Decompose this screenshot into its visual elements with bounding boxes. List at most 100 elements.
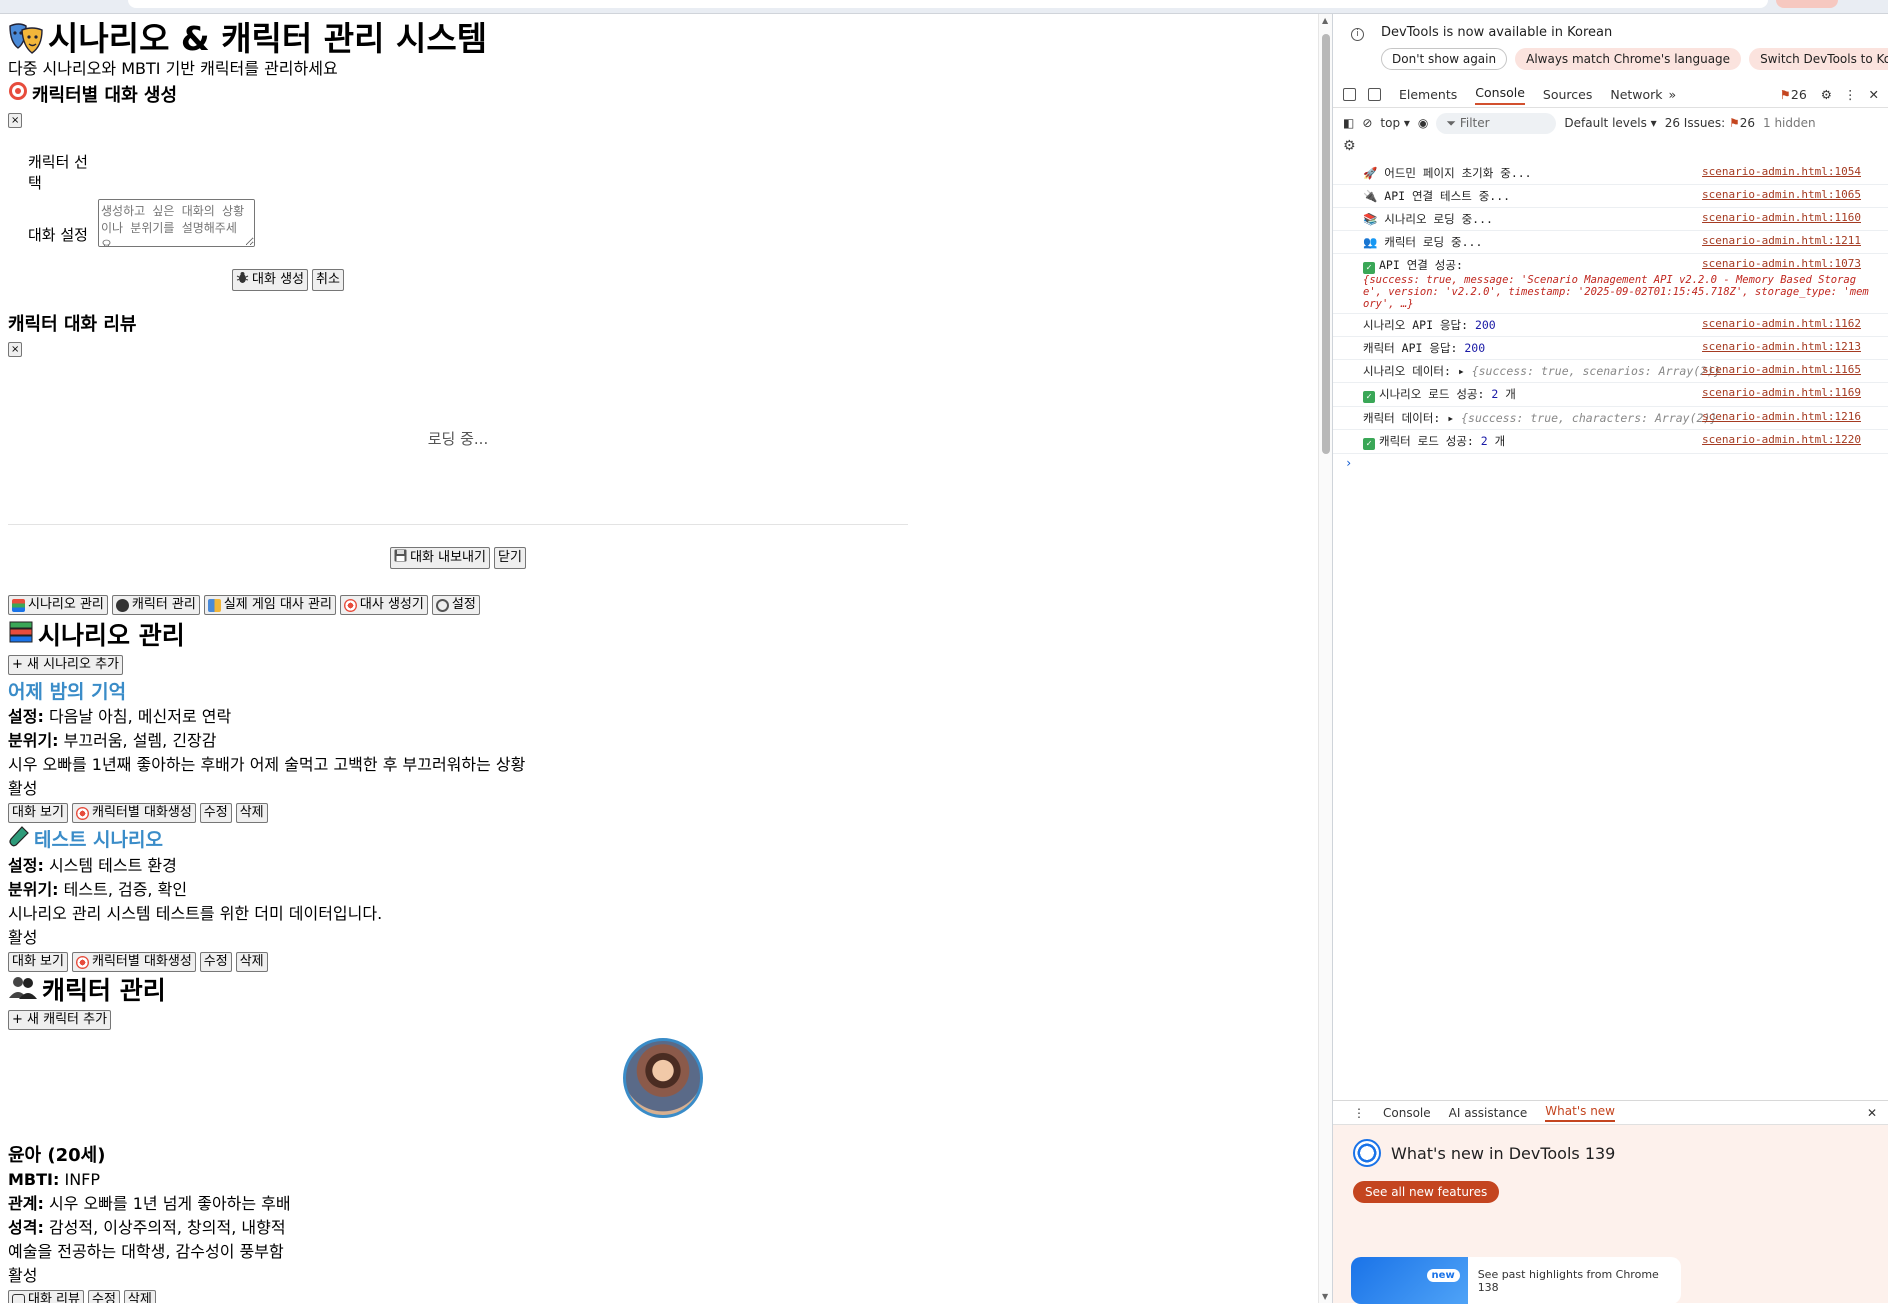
console-prompt[interactable]: › [1345, 456, 1888, 470]
devtools-tabbar: Elements Console Sources Network » ⚑26 ⚙… [1333, 82, 1888, 108]
switch-korean-button[interactable]: Switch DevTools to Korean [1749, 48, 1888, 70]
see-all-features-button[interactable]: See all new features [1353, 1181, 1500, 1203]
review-close-x-button[interactable]: × [8, 342, 23, 357]
edit-button[interactable]: 수정 [199, 952, 232, 972]
sidebar-toggle-icon[interactable]: ◧ [1343, 116, 1354, 130]
dialog-review-button[interactable]: 대화 리뷰 [8, 1290, 84, 1303]
character-relation: 관계: 시우 오빠를 1년 넘게 좋아하는 후배 [8, 1194, 291, 1213]
export-dialog-button[interactable]: 대화 내보내기 [390, 547, 490, 569]
log-source-link[interactable]: scenario-admin.html:1216 [1702, 410, 1861, 423]
review-close-button[interactable]: 닫기 [493, 547, 526, 569]
log-object[interactable]: {success: true, message: 'Scenario Manag… [1363, 274, 1883, 310]
tab-sources[interactable]: Sources [1543, 87, 1592, 102]
add-character-button[interactable]: + 새 캐릭터 추가 [8, 1010, 112, 1030]
tab-dialog-generator[interactable]: 대사 생성기 [339, 595, 428, 615]
dialog-close-button[interactable]: × [8, 113, 23, 128]
log-source-link[interactable]: scenario-admin.html:1073 [1702, 257, 1861, 270]
tab-settings[interactable]: 설정 [431, 595, 480, 615]
add-scenario-button[interactable]: + 새 시나리오 추가 [8, 655, 124, 675]
profile-pill[interactable] [1776, 0, 1838, 8]
drawer-tab-console[interactable]: Console [1383, 1106, 1431, 1120]
log-row: 📚 시나리오 로딩 중... scenario-admin.html:1160 [1333, 208, 1888, 231]
delete-button[interactable]: 삭제 [123, 1290, 156, 1303]
drawer-menu-icon[interactable]: ⋮ [1353, 1106, 1365, 1120]
main-nav-tabs: 시나리오 관리 캐릭터 관리 실제 게임 대사 관리 대사 생성기 설정 [8, 595, 1318, 615]
log-object[interactable]: {success: true, scenarios: Array(2)} [1472, 364, 1721, 378]
tab-elements[interactable]: Elements [1399, 87, 1457, 102]
edit-button[interactable]: 수정 [87, 1290, 120, 1303]
scenario-title[interactable]: 어제 밤의 기억 [8, 679, 1318, 705]
target-icon [75, 806, 89, 820]
close-devtools-icon[interactable]: ✕ [1869, 87, 1879, 102]
issues-count[interactable]: 26 Issues: ⚑26 [1665, 116, 1755, 130]
console-settings-icon[interactable]: ⚙ [1343, 138, 1356, 154]
match-language-button[interactable]: Always match Chrome's language [1515, 48, 1742, 70]
log-source-link[interactable]: scenario-admin.html:1162 [1702, 317, 1861, 330]
drawer-tab-whats-new[interactable]: What's new [1545, 1104, 1615, 1122]
character-avatar [623, 1038, 703, 1118]
delete-button[interactable]: 삭제 [235, 803, 268, 823]
scrollbar-thumb[interactable] [1322, 34, 1330, 454]
close-drawer-icon[interactable]: ✕ [1867, 1106, 1877, 1120]
people-icon: 👥 [1363, 235, 1378, 249]
tab-network[interactable]: Network [1610, 87, 1662, 102]
filter-input[interactable]: ⏷ Filter [1436, 112, 1557, 134]
tab-character-management[interactable]: 캐릭터 관리 [111, 595, 200, 615]
context-select[interactable]: top ▾ [1380, 116, 1410, 130]
generate-dialog-button[interactable]: 대화 생성 [232, 269, 309, 291]
browser-top-strip [0, 0, 1888, 14]
log-source-link[interactable]: scenario-admin.html:1054 [1702, 165, 1861, 178]
log-source-link[interactable]: scenario-admin.html:1065 [1702, 188, 1861, 201]
log-source-link[interactable]: scenario-admin.html:1165 [1702, 363, 1861, 376]
highlight-text: See past highlights from Chrome 138 [1477, 1267, 1659, 1294]
delete-button[interactable]: 삭제 [235, 952, 268, 972]
character-actions: 대화 리뷰 수정 삭제 [8, 1290, 1318, 1303]
issues-badge[interactable]: ⚑26 [1780, 87, 1807, 102]
dialog-section-title: 캐릭터별 대화 생성 [8, 81, 1318, 110]
view-dialog-button[interactable]: 대화 보기 [8, 803, 68, 823]
clear-console-icon[interactable]: ⊘ [1362, 116, 1372, 130]
more-options-icon[interactable]: ⋮ [1844, 87, 1857, 102]
scroll-down-arrow-icon[interactable]: ▼ [1322, 1292, 1328, 1301]
books-icon: 📚 [1363, 212, 1378, 226]
dialog-setting-textarea[interactable] [98, 199, 255, 247]
settings-gear-icon[interactable]: ⚙ [1821, 87, 1832, 102]
view-dialog-button[interactable]: 대화 보기 [8, 952, 68, 972]
inspect-icon[interactable] [1343, 88, 1356, 101]
device-toolbar-icon[interactable] [1368, 88, 1381, 101]
target-icon [8, 81, 28, 110]
tab-game-dialog-management[interactable]: 실제 게임 대사 관리 [203, 595, 336, 615]
log-source-link[interactable]: scenario-admin.html:1211 [1702, 234, 1861, 247]
dialog-cancel-button[interactable]: 취소 [312, 269, 344, 291]
eye-icon[interactable]: ◉ [1418, 116, 1428, 130]
review-actions: 대화 내보내기 닫기 [8, 547, 908, 569]
dialog-actions: 대화 생성 취소 [8, 269, 568, 291]
generate-character-dialog-button[interactable]: 캐릭터별 대화생성 [71, 952, 196, 972]
log-source-link[interactable]: scenario-admin.html:1213 [1702, 340, 1861, 353]
log-source-link[interactable]: scenario-admin.html:1220 [1702, 433, 1861, 446]
drawer-tab-ai-assistance[interactable]: AI assistance [1449, 1106, 1528, 1120]
scenario-description: 시우 오빠를 1년째 좋아하는 후배가 어제 술먹고 고백한 후 부끄러워하는 … [8, 755, 526, 774]
log-source-link[interactable]: scenario-admin.html:1160 [1702, 211, 1861, 224]
log-object[interactable]: {success: true, characters: Array(2)} [1461, 411, 1717, 425]
more-tabs-icon[interactable]: » [1669, 87, 1677, 102]
scenario-actions: 대화 보기 캐릭터별 대화생성 수정 삭제 [8, 952, 1318, 972]
character-select-label: 캐릭터 선택 [28, 153, 88, 192]
character-personality: 성격: 감성적, 이상주의적, 창의적, 내향적 [8, 1218, 286, 1237]
tab-console[interactable]: Console [1475, 85, 1525, 105]
review-section-title: 캐릭터 대화 리뷰 [8, 314, 137, 335]
scenario-description: 시나리오 관리 시스템 테스트를 위한 더미 데이터입니다. [8, 904, 383, 923]
log-row: 캐릭터 API 응답: 200 scenario-admin.html:1213 [1333, 337, 1888, 360]
edit-button[interactable]: 수정 [199, 803, 232, 823]
tab-scenario-management[interactable]: 시나리오 관리 [8, 595, 108, 615]
dont-show-again-button[interactable]: Don't show again [1381, 48, 1508, 70]
log-source-link[interactable]: scenario-admin.html:1169 [1702, 386, 1861, 399]
scroll-up-arrow-icon[interactable]: ▲ [1322, 16, 1328, 25]
log-row: ✓ 시나리오 로드 성공: 2 개 scenario-admin.html:1169 [1333, 383, 1888, 407]
generate-character-dialog-button[interactable]: 캐릭터별 대화생성 [71, 803, 196, 823]
levels-select[interactable]: Default levels ▾ [1564, 116, 1656, 130]
past-highlights-card[interactable]: new See past highlights from Chrome 138 [1351, 1257, 1681, 1304]
address-bar[interactable] [128, 0, 1768, 8]
page-scrollbar[interactable]: ▲ ▼ [1318, 14, 1332, 1303]
scenario-title[interactable]: 테스트 시나리오 [8, 825, 1318, 854]
